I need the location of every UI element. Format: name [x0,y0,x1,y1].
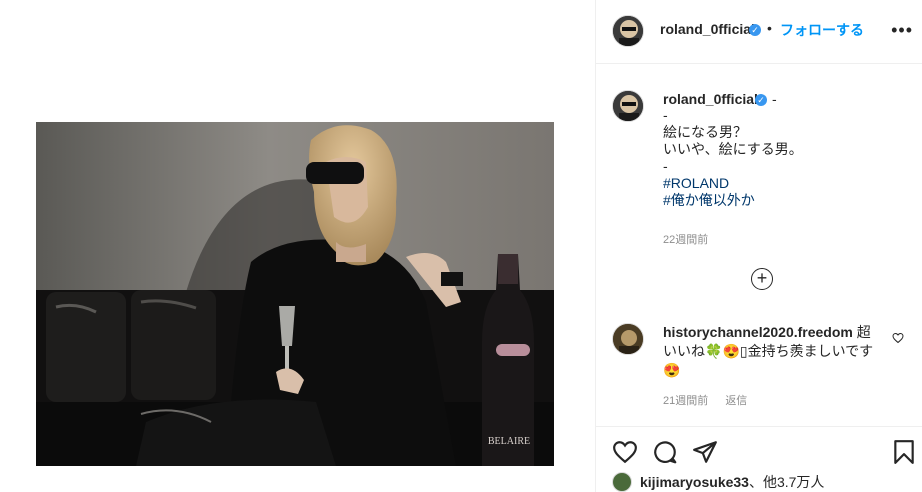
caption-dash: - [772,91,777,107]
missing-glyph: ▯ [739,343,748,359]
post-sidebar: roland_0fficial ✓ • フォローする ••• roland_0f… [595,0,922,492]
verified-badge-icon: ✓ [749,24,761,36]
caption-verified-badge-icon: ✓ [755,94,767,106]
caption-text: - 絵になる男？ いいや、絵にする男。 - #ROLAND #俺か俺以外か [663,107,903,209]
caption-line: - [663,158,668,174]
photo-illustration: BELAIRE [36,122,554,466]
comment-text-2: 金持ち羨ましいです [747,343,874,359]
hashtag-link[interactable]: #ROLAND [663,175,903,192]
commenter-username[interactable]: historychannel2020.freedom [663,324,853,340]
caption-username[interactable]: roland_0fficial [663,91,758,107]
commenter-avatar[interactable] [612,323,644,355]
bookmark-icon[interactable] [892,439,916,470]
caption-timestamp[interactable]: 22週間前 [663,231,708,247]
caption-avatar-image [613,91,643,121]
liker-avatar[interactable] [612,472,632,492]
heart-outline-icon[interactable] [892,331,904,349]
paper-plane-icon[interactable] [692,439,718,470]
comment-meta: 21週間前 返信 [663,392,761,408]
instagram-post: BELAIRE roland_0fficial ✓ • フォローする ••• r… [0,0,922,492]
heart-icon[interactable] [612,439,638,470]
load-more-comments-button[interactable]: + [751,268,773,290]
comment-body: historychannel2020.freedom 超いいね🍀😍▯金持ち羨まし… [663,323,883,380]
caption-line: いいや、絵にする男。 [663,141,803,157]
reply-button[interactable]: 返信 [725,395,747,407]
header-separator: • [767,20,772,36]
author-avatar[interactable] [612,15,644,47]
follow-button[interactable]: フォローする [780,20,864,40]
svg-text:BELAIRE: BELAIRE [488,436,530,447]
commenter-avatar-image [613,324,643,354]
post-photo[interactable]: BELAIRE [36,122,554,466]
author-username[interactable]: roland_0fficial [660,21,755,37]
caption-avatar[interactable] [612,90,644,122]
caption-line: - [663,107,668,123]
clover-emoji: 🍀 [705,343,723,359]
comment-bubble-icon[interactable] [652,439,678,470]
hashtag-link[interactable]: #俺か俺以外か [663,192,903,209]
comment-timestamp[interactable]: 21週間前 [663,395,708,407]
media-column: BELAIRE [0,0,595,492]
likes-summary: kijimaryosuke33、他3.7万人 [640,472,824,492]
heart-eyes-emoji: 😍 [722,343,740,359]
author-avatar-image [613,16,643,46]
liker-username[interactable]: kijimaryosuke33 [640,474,749,490]
likes-count[interactable]: 、他3.7万人 [749,474,824,490]
heart-eyes-emoji: 😍 [663,362,681,378]
more-options-icon[interactable]: ••• [891,20,913,41]
caption-line: 絵になる男？ [663,124,747,140]
post-header: roland_0fficial ✓ • フォローする ••• [596,0,922,64]
